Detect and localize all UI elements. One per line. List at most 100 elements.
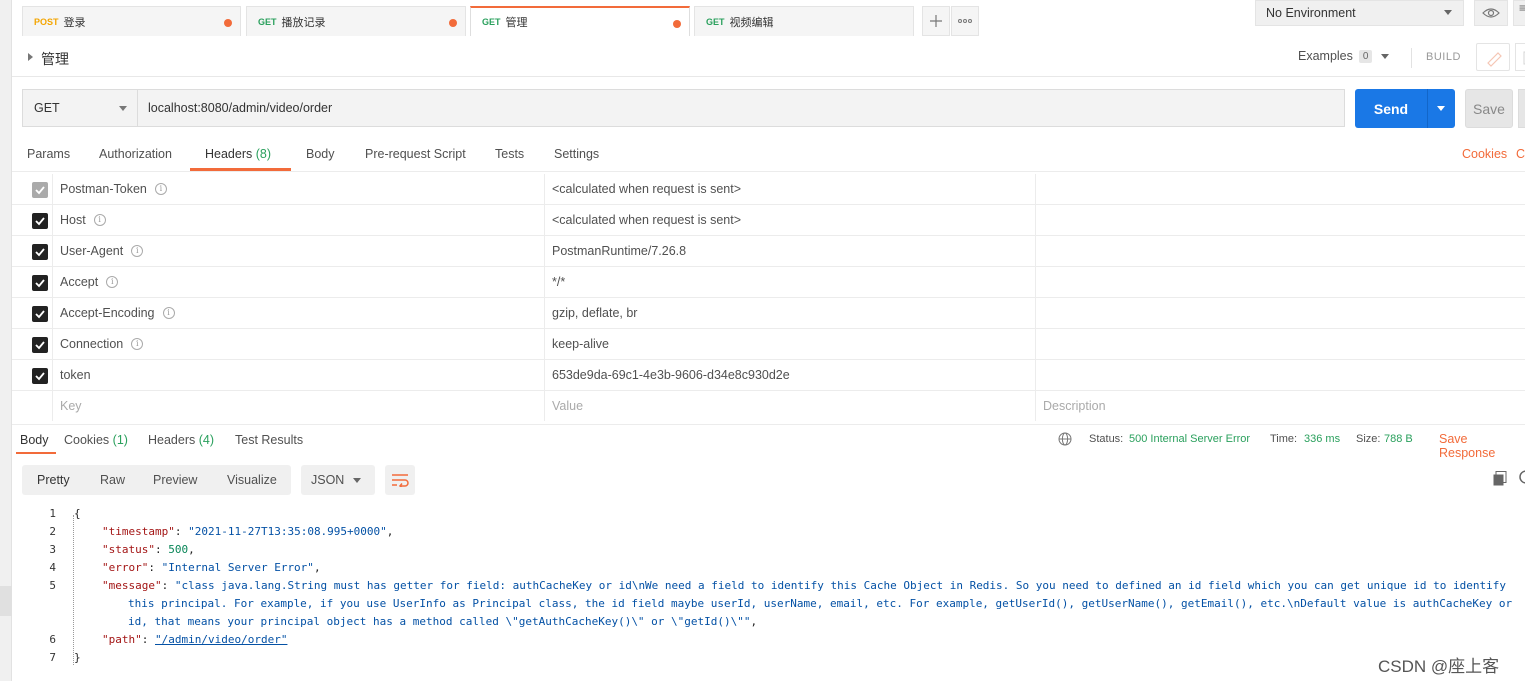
header-value[interactable]: gzip, deflate, br <box>552 306 637 320</box>
tab-tests[interactable]: Tests <box>495 147 524 161</box>
request-name[interactable]: 管理 <box>41 49 69 69</box>
globe-icon[interactable] <box>1058 432 1072 446</box>
info-icon[interactable]: i <box>106 276 119 288</box>
environment-settings-button[interactable]: ≡ <box>1513 0 1525 26</box>
tab-title: 播放记录 <box>281 16 326 29</box>
response-tab-cookies[interactable]: Cookies (1) <box>64 433 128 447</box>
tab-prerequest-script[interactable]: Pre-request Script <box>365 147 466 161</box>
header-checkbox[interactable] <box>32 337 48 353</box>
chevron-down-icon <box>1437 106 1445 111</box>
status-value[interactable]: 500 Internal Server Error <box>1129 433 1250 445</box>
tab-settings[interactable]: Settings <box>554 147 599 161</box>
check-icon <box>35 310 45 319</box>
header-key[interactable]: Accept-Encoding <box>60 306 155 320</box>
view-preview[interactable]: Preview <box>153 473 197 487</box>
header-value[interactable]: <calculated when request is sent> <box>552 213 741 227</box>
cookies-link[interactable]: Cookies <box>1462 147 1507 161</box>
header-value[interactable]: keep-alive <box>552 337 609 351</box>
header-value[interactable]: PostmanRuntime/7.26.8 <box>552 244 686 258</box>
postman-window: POST 登录 GET 播放记录 GET 管理 GET 视频编辑 No Envi… <box>0 0 1525 681</box>
new-tab-button[interactable] <box>922 6 950 36</box>
header-value-input[interactable]: Value <box>552 399 583 413</box>
header-row: token 653de9da-69c1-4e3b-9606-d34e8c930d… <box>12 360 1525 391</box>
environment-select[interactable]: No Environment <box>1255 0 1464 26</box>
documentation-button[interactable] <box>1515 43 1525 71</box>
info-icon[interactable]: i <box>154 183 167 195</box>
code-link[interactable]: C <box>1516 147 1525 161</box>
copy-icon[interactable] <box>1493 471 1507 487</box>
response-tab-cookies-count: (1) <box>112 433 128 447</box>
save-button[interactable]: Save <box>1465 89 1513 128</box>
json-key: "message" <box>102 579 162 592</box>
header-key[interactable]: Host <box>60 213 86 227</box>
divider <box>1411 48 1412 68</box>
response-tab-test-results[interactable]: Test Results <box>235 433 303 447</box>
json-string: "Internal Server Error" <box>161 561 314 574</box>
info-icon[interactable]: i <box>131 245 144 257</box>
info-icon[interactable]: i <box>162 307 175 319</box>
active-tab-indicator <box>190 168 291 171</box>
header-checkbox[interactable] <box>32 182 48 198</box>
url-input[interactable]: localhost:8080/admin/video/order <box>137 89 1345 127</box>
save-options-button[interactable] <box>1518 89 1525 128</box>
edit-button[interactable] <box>1476 43 1510 71</box>
request-tab-bar: POST 登录 GET 播放记录 GET 管理 GET 视频编辑 <box>12 0 1242 36</box>
header-key[interactable]: Accept <box>60 275 98 289</box>
header-checkbox[interactable] <box>32 213 48 229</box>
header-key[interactable]: User-Agent <box>60 244 123 258</box>
tab-body[interactable]: Body <box>306 147 335 161</box>
header-checkbox[interactable] <box>32 368 48 384</box>
search-icon[interactable] <box>1518 469 1525 487</box>
json-link[interactable]: "/admin/video/order" <box>155 633 287 646</box>
header-value[interactable]: */* <box>552 275 565 289</box>
header-description-input[interactable]: Description <box>1043 399 1106 413</box>
send-options-button[interactable] <box>1427 89 1455 128</box>
header-checkbox[interactable] <box>32 244 48 260</box>
header-value[interactable]: 653de9da-69c1-4e3b-9606-d34e8c930d2e <box>552 368 790 382</box>
time-value[interactable]: 336 ms <box>1304 433 1340 445</box>
environment-quick-look-button[interactable] <box>1474 0 1508 26</box>
format-select[interactable]: JSON <box>301 465 375 495</box>
header-key-input[interactable]: Key <box>60 399 82 413</box>
json-string: id, that means your principal object has… <box>128 615 751 628</box>
json-string: "class java.lang.String must has getter … <box>174 579 1506 592</box>
tab-options-button[interactable] <box>951 6 979 36</box>
response-tab-body[interactable]: Body <box>20 433 49 447</box>
method-label: GET <box>482 17 501 27</box>
method-select[interactable]: GET <box>22 89 137 127</box>
save-response-button[interactable]: Save Response <box>1439 432 1525 460</box>
sidebar-edge[interactable] <box>0 0 12 681</box>
send-button[interactable]: Send <box>1355 89 1427 128</box>
header-checkbox[interactable] <box>32 306 48 322</box>
view-visualize[interactable]: Visualize <box>227 473 277 487</box>
wrap-lines-button[interactable] <box>385 465 415 495</box>
settings-icon: ≡ <box>1519 1 1525 15</box>
body-view-tabs: Pretty Raw Preview Visualize <box>22 465 291 495</box>
header-checkbox[interactable] <box>32 275 48 291</box>
tab-headers[interactable]: Headers (8) <box>205 147 271 161</box>
view-raw[interactable]: Raw <box>100 473 125 487</box>
info-icon[interactable]: i <box>93 214 106 226</box>
request-tab[interactable]: GET 视频编辑 <box>694 6 914 36</box>
header-key[interactable]: Postman-Token <box>60 182 147 196</box>
info-icon[interactable]: i <box>131 338 144 350</box>
header-key[interactable]: Connection <box>60 337 123 351</box>
header-value[interactable]: <calculated when request is sent> <box>552 182 741 196</box>
line-number: 7 <box>49 651 56 664</box>
caret-right-icon[interactable] <box>28 53 33 61</box>
tab-title: 视频编辑 <box>729 16 774 29</box>
size-value[interactable]: 788 B <box>1384 433 1413 445</box>
header-key[interactable]: token <box>60 368 91 382</box>
tab-authorization[interactable]: Authorization <box>99 147 172 161</box>
method-value: GET <box>34 101 60 115</box>
response-tab-headers[interactable]: Headers (4) <box>148 433 214 447</box>
build-label[interactable]: BUILD <box>1426 51 1461 63</box>
examples-dropdown[interactable]: Examples 0 <box>1298 49 1390 63</box>
tab-params[interactable]: Params <box>27 147 70 161</box>
line-number: 4 <box>49 561 56 574</box>
request-tab-active[interactable]: GET 管理 <box>470 6 690 36</box>
view-pretty[interactable]: Pretty <box>37 473 70 487</box>
request-tab[interactable]: GET 播放记录 <box>246 6 466 36</box>
request-tab[interactable]: POST 登录 <box>22 6 241 36</box>
response-tab-headers-count: (4) <box>198 433 215 447</box>
